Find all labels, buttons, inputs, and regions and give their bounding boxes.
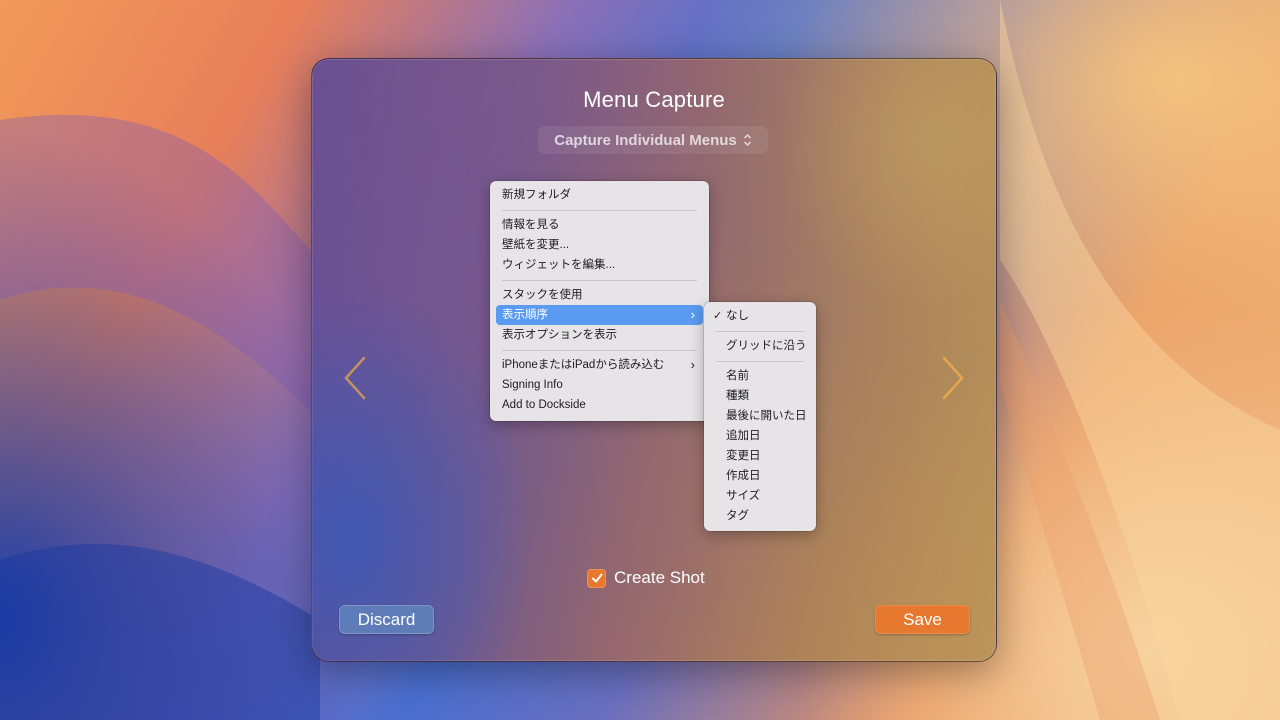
menu-item-get-info[interactable]: 情報を見る [496,215,703,235]
menu-item-new-folder[interactable]: 新規フォルダ [496,185,703,205]
menu-item-sort-by[interactable]: 表示順序 › [496,305,703,325]
menu-separator [502,209,697,211]
sort-by-submenu: ✓ なし グリッドに沿う 名前 種類 最後に開いた日 追加日 変更日 作成日 サ… [704,302,816,531]
menu-item-use-stacks[interactable]: スタックを使用 [496,285,703,305]
menu-item-add-to-dockside[interactable]: Add to Dockside [496,395,703,415]
menu-item-edit-widgets[interactable]: ウィジェットを編集... [496,255,703,275]
desktop-context-menu: 新規フォルダ 情報を見る 壁紙を変更... ウィジェットを編集... スタックを… [490,181,709,421]
menu-item-change-wallpaper[interactable]: 壁紙を変更... [496,235,703,255]
menu-item-label: なし [726,310,749,322]
submenu-item-date-created[interactable]: 作成日 [710,466,810,486]
submenu-item-last-opened[interactable]: 最後に開いた日 [710,406,810,426]
menu-item-signing-info[interactable]: Signing Info [496,375,703,395]
window-title: Menu Capture [583,87,725,112]
submenu-item-kind[interactable]: 種類 [710,386,810,406]
menu-capture-window: Menu Capture Capture Individual Menus 新規… [311,58,997,662]
capture-mode-select[interactable]: Capture Individual Menus [538,126,768,154]
discard-button[interactable]: Discard [339,605,434,634]
submenu-item-name[interactable]: 名前 [710,366,810,386]
chevron-updown-icon [743,133,752,147]
menu-item-label: iPhoneまたはiPadから読み込む [502,359,665,371]
checkmark-icon [591,573,602,583]
checkmark-icon: ✓ [713,310,723,322]
menu-item-label: 表示順序 [502,309,548,321]
menu-separator [716,330,804,332]
menu-separator [502,279,697,281]
menu-item-show-view-options[interactable]: 表示オプションを表示 [496,325,703,345]
previous-button[interactable] [340,355,370,401]
submenu-item-snap-to-grid[interactable]: グリッドに沿う [710,336,810,356]
submenu-item-tags[interactable]: タグ [710,506,810,526]
chevron-right-icon: › [690,307,695,322]
submenu-item-none[interactable]: ✓ なし [710,306,810,326]
submenu-item-size[interactable]: サイズ [710,486,810,506]
menu-separator [716,360,804,362]
save-button[interactable]: Save [875,605,970,634]
chevron-left-icon [344,356,366,400]
create-shot-toggle[interactable]: Create Shot [587,567,705,589]
create-shot-checkbox[interactable] [587,568,606,588]
menu-item-import-from-iphone[interactable]: iPhoneまたはiPadから読み込む › [496,355,703,375]
submenu-item-date-added[interactable]: 追加日 [710,426,810,446]
next-button[interactable] [938,355,968,401]
submenu-item-date-modified[interactable]: 変更日 [710,446,810,466]
create-shot-label: Create Shot [614,568,705,587]
menu-separator [502,349,697,351]
capture-mode-value: Capture Individual Menus [554,131,737,149]
chevron-right-icon: › [690,357,695,372]
chevron-right-icon [942,356,964,400]
